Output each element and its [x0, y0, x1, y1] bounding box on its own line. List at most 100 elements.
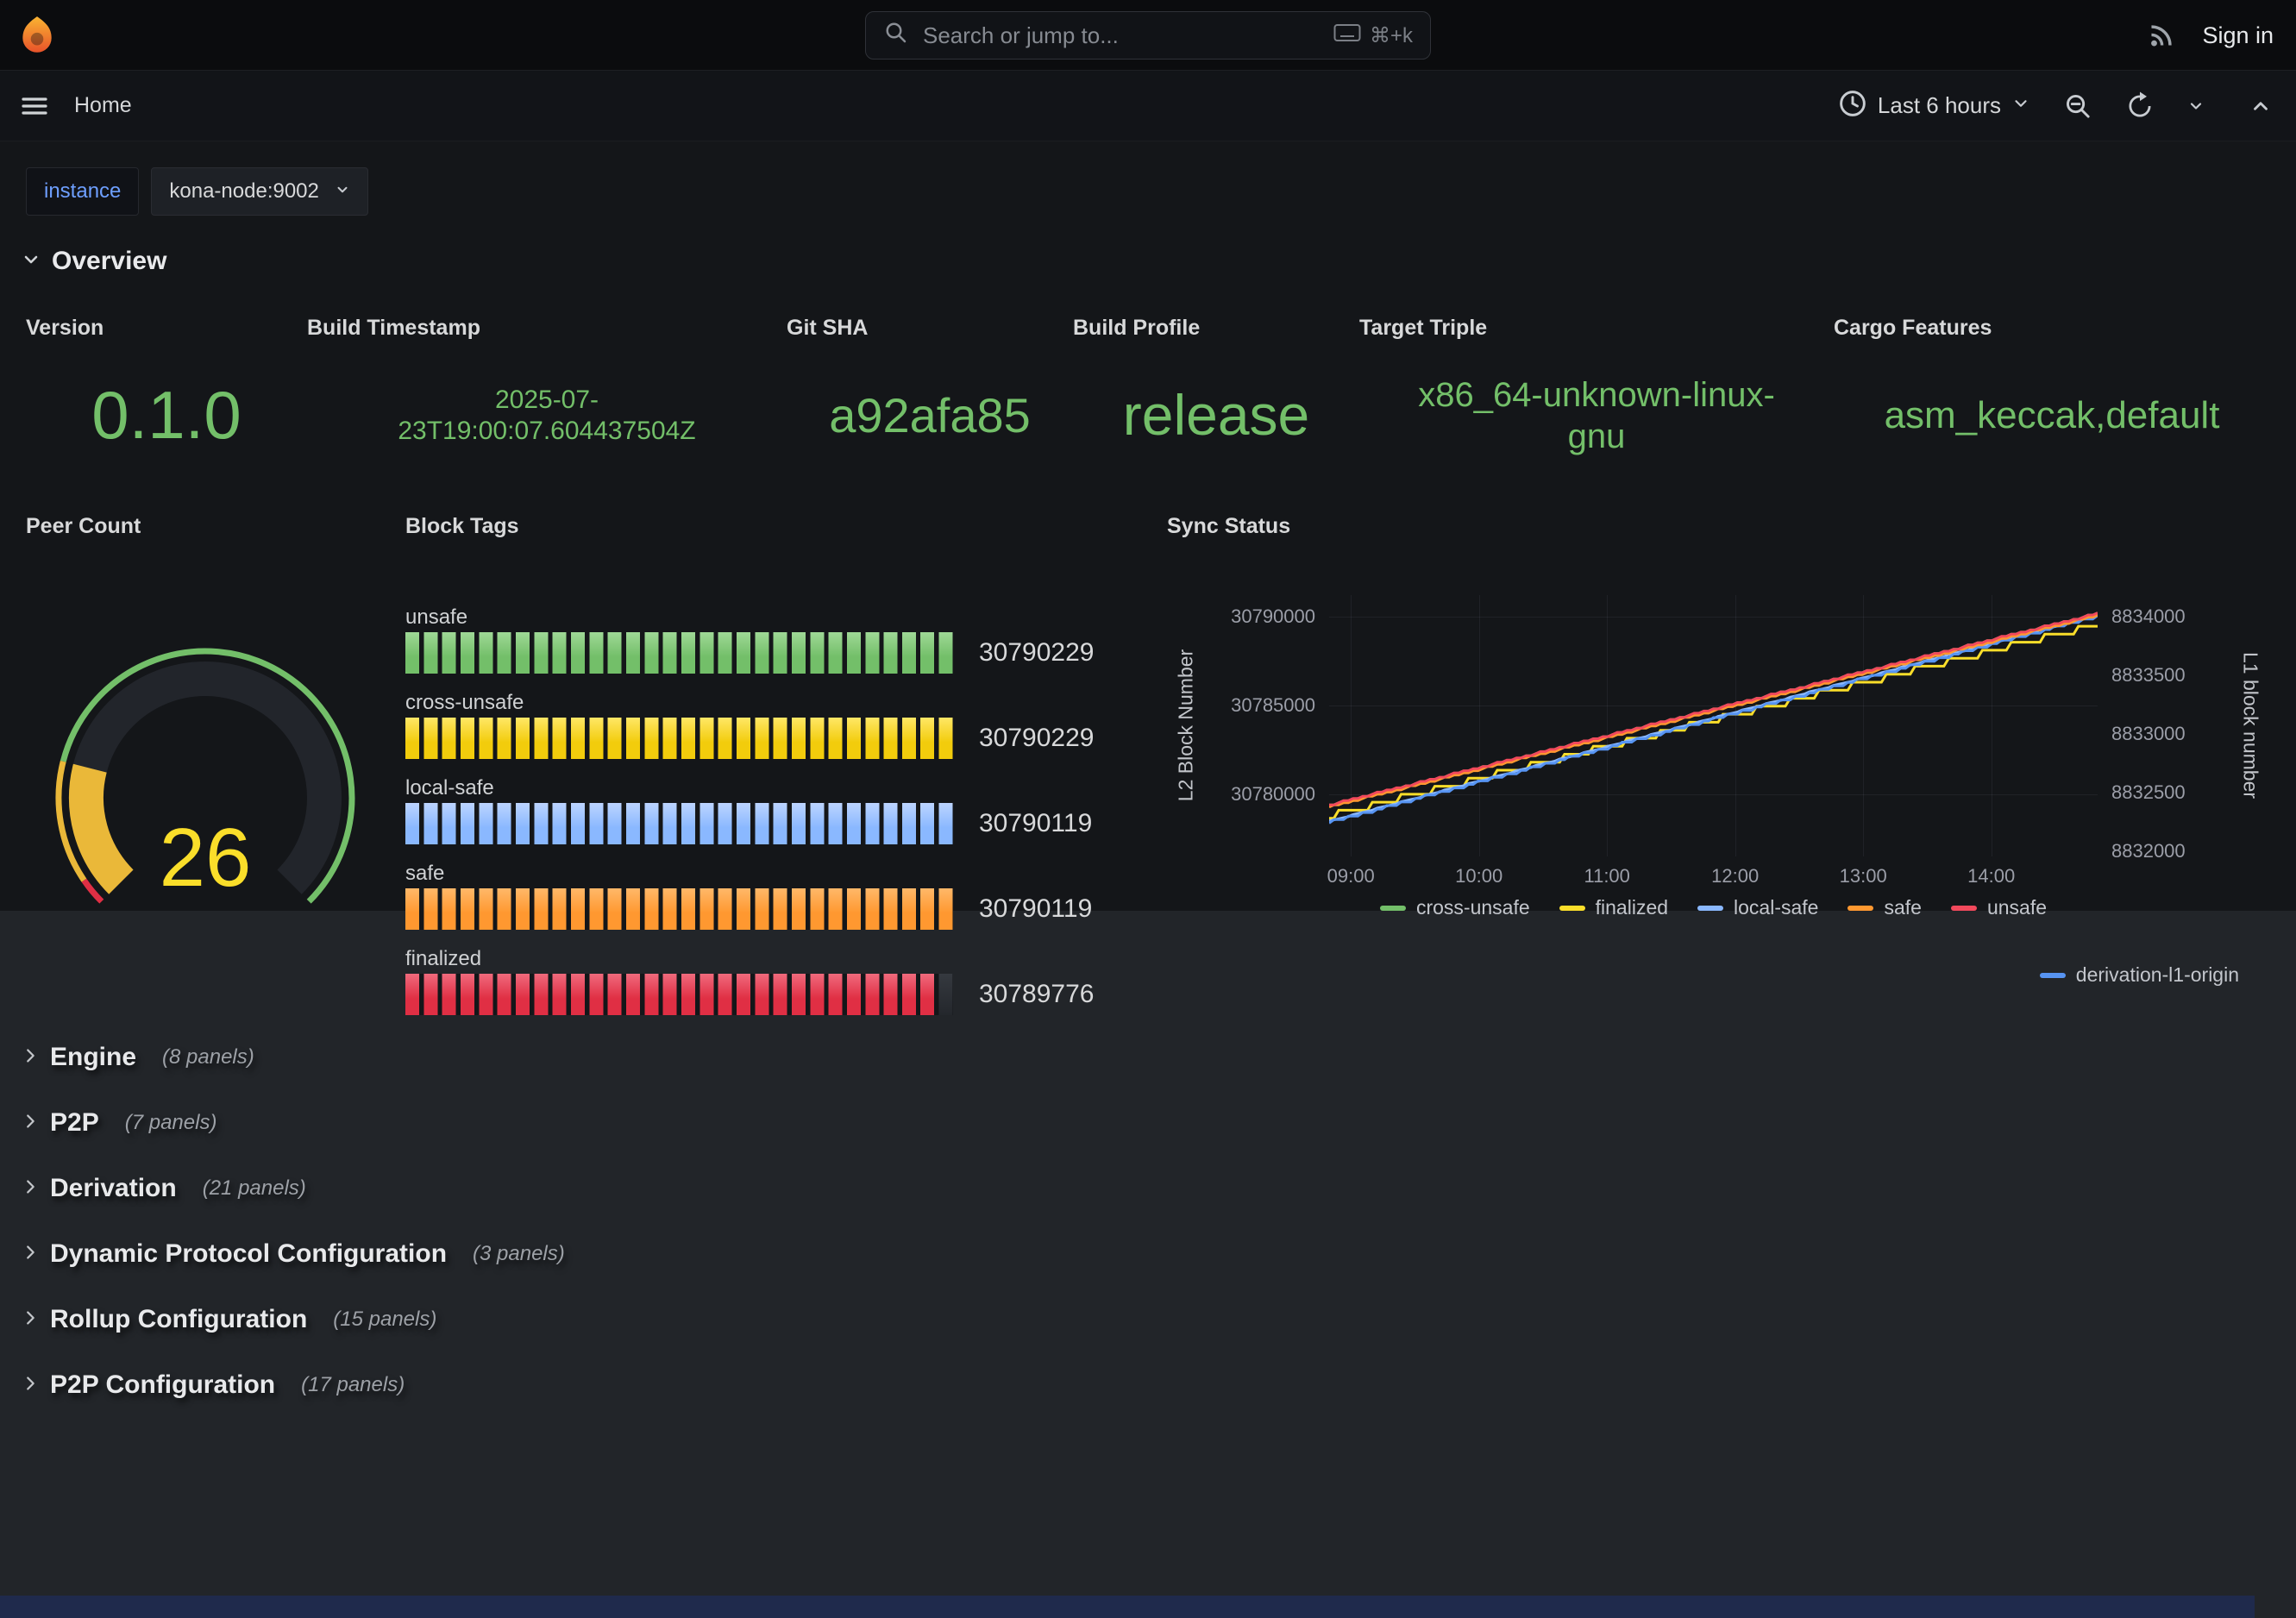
bottom-bar — [0, 1596, 2255, 1618]
row-title: Dynamic Protocol Configuration — [50, 1239, 447, 1269]
time-range-label: Last 6 hours — [1878, 92, 2001, 119]
derivation-legend-item[interactable]: derivation-l1-origin — [2040, 963, 2239, 987]
keyboard-icon — [1333, 22, 1361, 49]
legend-item-cross-unsafe[interactable]: cross-unsafe — [1380, 896, 1530, 919]
block-tags-rows: unsafe30790229cross-unsafe30790229local-… — [405, 606, 1167, 1033]
stat-value: asm_keccak,default — [1885, 393, 2220, 439]
stat-title: Target Triple — [1359, 315, 1834, 341]
legend-label: derivation-l1-origin — [2076, 963, 2239, 987]
dashboard-row-derivation[interactable]: Derivation(21 panels) — [21, 1156, 565, 1221]
y-axis-tick-right: 8832000 — [2111, 840, 2186, 862]
stat-value: x86_64-unknown-linux-gnu — [1411, 374, 1782, 457]
y-axis-tick-right: 8833000 — [2111, 723, 2186, 745]
grafana-dashboard: Search or jump to... ⌘+k Sign in H — [0, 0, 2296, 1618]
breadcrumb-home[interactable]: Home — [74, 93, 132, 118]
y-axis-tick-left: 30790000 — [1231, 605, 1315, 628]
chevron-right-icon — [21, 1308, 40, 1332]
legend-item-safe[interactable]: safe — [1847, 896, 1921, 919]
sync-chart-svg — [1329, 595, 2098, 856]
legend-label: cross-unsafe — [1416, 896, 1530, 919]
y-axis-tick-left: 30780000 — [1231, 783, 1315, 806]
chevron-right-icon — [21, 1046, 40, 1069]
zoom-out-icon[interactable] — [2063, 91, 2092, 121]
block-tag-label: safe — [405, 862, 1167, 885]
stat-panel: Target Triple x86_64-unknown-linux-gnu — [1359, 315, 1834, 480]
section-overview-toggle[interactable]: Overview — [21, 247, 166, 276]
legend-swatch — [1697, 906, 1723, 911]
legend-label: unsafe — [1987, 896, 2047, 919]
peer-count-panel: Peer Count 26 — [26, 513, 405, 910]
refresh-interval-chevron-icon[interactable] — [2187, 97, 2205, 115]
legend-swatch — [1559, 906, 1585, 911]
collapse-caret-up-icon[interactable] — [2249, 95, 2272, 117]
stats-row: Version0.1.0Build Timestamp 2025-07-23T19… — [26, 315, 2270, 480]
stat-panel: Cargo Featuresasm_keccak,default — [1834, 315, 2270, 480]
dashboard-navbar: Home Last 6 hours — [0, 71, 2296, 141]
row-panel-count: (8 panels) — [162, 1045, 254, 1069]
block-tag-bar-fill — [405, 888, 953, 930]
block-tag-bar-fill — [405, 803, 953, 844]
block-tags-panel: Block Tags unsafe30790229cross-unsafe307… — [405, 513, 1167, 1022]
legend-swatch — [2040, 973, 2066, 978]
stat-panel: Version0.1.0 — [26, 315, 307, 480]
stat-panel: Git SHAa92afa85 — [787, 315, 1073, 480]
x-axis-tick: 14:00 — [1967, 865, 2015, 887]
x-axis-tick: 10:00 — [1455, 865, 1502, 887]
row-panel-count: (3 panels) — [473, 1242, 565, 1266]
menu-toggle-icon[interactable] — [19, 91, 50, 122]
stat-value: release — [1123, 381, 1309, 449]
clock-icon — [1838, 89, 1867, 122]
legend-label: local-safe — [1734, 896, 1818, 919]
rss-icon[interactable] — [2147, 21, 2176, 50]
variable-label[interactable]: instance — [26, 167, 139, 216]
dashboard-row-engine[interactable]: Engine (8 panels) — [21, 1025, 565, 1090]
dashboard-row-p2p-configuration[interactable]: P2P Configuration(17 panels) — [21, 1352, 565, 1418]
dashboard-row-rollup-configuration[interactable]: Rollup Configuration (15 panels) — [21, 1287, 565, 1352]
stat-title: Git SHA — [787, 315, 1073, 341]
block-tag-row: cross-unsafe30790229 — [405, 692, 1167, 777]
x-axis-tick: 12:00 — [1711, 865, 1759, 887]
block-tag-bar-fill — [405, 718, 953, 759]
chevron-right-icon — [21, 1112, 40, 1135]
stat-panel: Build Profilerelease — [1073, 315, 1359, 480]
chevron-right-icon — [21, 1243, 40, 1266]
y-axis-label-right: L1 block number — [2239, 652, 2262, 799]
variable-value-dropdown[interactable]: kona-node:9002 — [151, 167, 367, 216]
time-range-picker[interactable]: Last 6 hours — [1838, 89, 2030, 122]
dashboard-row-p2p[interactable]: P2P (7 panels) — [21, 1090, 565, 1156]
legend-item-local-safe[interactable]: local-safe — [1697, 896, 1818, 919]
x-axis-tick: 13:00 — [1840, 865, 1887, 887]
sign-in-link[interactable]: Sign in — [2202, 22, 2274, 49]
stat-title: Build Timestamp — [307, 315, 787, 341]
stat-value: 2025-07-23T19:00:07.604437504Z — [374, 385, 719, 447]
search-input[interactable]: Search or jump to... ⌘+k — [865, 11, 1431, 60]
peer-count-gauge-svg: 26 — [33, 634, 378, 944]
variable-value: kona-node:9002 — [169, 179, 318, 204]
legend-label: finalized — [1596, 896, 1668, 919]
x-axis-tick: 09:00 — [1327, 865, 1375, 887]
block-tag-row: safe30790119 — [405, 862, 1167, 948]
dashboard-rows: Engine(8 panels)P2P(7 panels)Derivation(… — [21, 1025, 565, 1418]
legend-item-finalized[interactable]: finalized — [1559, 896, 1668, 919]
stat-panel: Build Timestamp 2025-07-23T19:00:07.60443… — [307, 315, 787, 480]
chevron-right-icon — [21, 1374, 40, 1397]
row-title: Engine — [50, 1043, 136, 1072]
y-axis-tick-right: 8832500 — [2111, 781, 2186, 804]
chart-legend: cross-unsafe finalized local-safe safe unsaf… — [1329, 896, 2098, 919]
block-tag-value: 30790229 — [979, 724, 1094, 753]
row-title: P2P — [50, 1108, 99, 1138]
sync-status-panel: Sync Status L2 Block Number L1 block num… — [1167, 513, 2270, 996]
block-tag-bar-fill — [405, 632, 953, 674]
legend-item-unsafe[interactable]: unsafe — [1951, 896, 2047, 919]
row-panel-count: (15 panels) — [333, 1308, 436, 1332]
row-panel-count: (7 panels) — [125, 1111, 217, 1135]
block-tag-label: local-safe — [405, 777, 1167, 800]
dashboard-row-dynamic-protocol-configuration[interactable]: Dynamic Protocol Configuration (3 panels) — [21, 1221, 565, 1287]
row-title: Rollup Configuration — [50, 1305, 307, 1334]
y-axis-label-left: L2 Block Number — [1175, 649, 1198, 801]
top-header: Search or jump to... ⌘+k Sign in — [0, 0, 2296, 71]
row-title: Derivation — [50, 1174, 177, 1203]
grafana-logo-icon[interactable] — [16, 14, 59, 57]
block-tag-bar — [405, 632, 953, 674]
refresh-icon[interactable] — [2125, 91, 2155, 121]
